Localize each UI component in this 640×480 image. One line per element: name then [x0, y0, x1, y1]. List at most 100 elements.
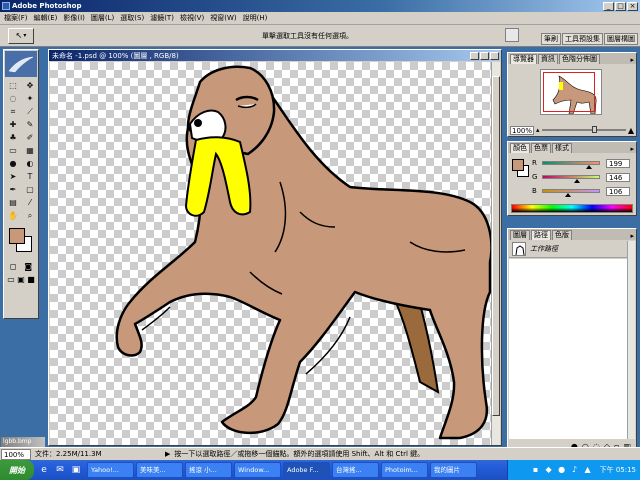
magic-wand-tool-icon[interactable]: ✦ [22, 93, 38, 105]
blur-tool-icon[interactable]: ● [5, 158, 21, 170]
task-folder[interactable]: 美味美... [136, 462, 183, 478]
marquee-tool-icon[interactable]: ⬚ [5, 80, 21, 92]
blue-slider[interactable] [542, 189, 600, 197]
blue-slider-handle[interactable] [565, 193, 571, 197]
dodge-tool-icon[interactable]: ◐ [22, 158, 38, 170]
menu-edit[interactable]: 編輯(E) [34, 13, 58, 23]
task-windows[interactable]: Window... [234, 462, 281, 478]
lasso-tool-icon[interactable]: ◌ [5, 93, 21, 105]
menu-layer[interactable]: 圖層(L) [91, 13, 114, 23]
path-selection-tool-icon[interactable]: ➤ [5, 171, 21, 183]
red-value-field[interactable]: 199 [606, 158, 630, 168]
close-button[interactable]: × [627, 1, 638, 11]
outlook-icon[interactable]: ✉ [53, 463, 67, 477]
well-tab-layer-comps[interactable]: 圖層構圖 [604, 33, 638, 45]
brush-tool-icon[interactable]: ✎ [22, 119, 38, 131]
paths-scrollbar[interactable] [627, 241, 635, 439]
canvas-scroll-thumb[interactable] [492, 76, 500, 416]
messenger-icon[interactable]: ● [557, 465, 567, 475]
menu-select[interactable]: 選取(S) [120, 13, 144, 23]
gradient-tool-icon[interactable]: ▦ [22, 145, 38, 157]
tab-swatches[interactable]: 色票 [531, 143, 551, 153]
doc-minimize-button[interactable] [470, 51, 479, 60]
red-slider-handle[interactable] [586, 165, 592, 169]
navigator-zoom-field[interactable]: 100% [510, 125, 534, 135]
task-taiwan[interactable]: 台灣搖... [332, 462, 379, 478]
shape-tool-icon[interactable]: ▢ [22, 184, 38, 196]
standard-mode-icon[interactable]: ◻ [10, 262, 17, 271]
menu-image[interactable]: 影像(I) [63, 13, 85, 23]
menu-window[interactable]: 視窗(W) [210, 13, 236, 23]
quick-mask-icon[interactable]: ◙ [24, 262, 32, 271]
hand-tool-icon[interactable]: ✋ [5, 210, 21, 222]
type-tool-icon[interactable]: T [22, 171, 38, 183]
notes-tool-icon[interactable]: ▤ [5, 197, 21, 209]
screen-mode-standard-icon[interactable]: ▭ [7, 275, 15, 284]
tab-navigator[interactable]: 導覽器 [510, 54, 537, 64]
task-photoimpact[interactable]: Photoim... [381, 462, 428, 478]
healing-brush-tool-icon[interactable]: ✚ [5, 119, 21, 131]
navigator-thumbnail[interactable] [540, 69, 602, 115]
network-icon[interactable]: ▪ [531, 465, 541, 475]
security-icon[interactable]: ◆ [544, 465, 554, 475]
minimize-button[interactable]: _ [603, 1, 614, 11]
canvas[interactable] [50, 62, 492, 445]
tab-styles[interactable]: 樣式 [552, 143, 572, 153]
task-photoshop[interactable]: Adobe F... [283, 462, 330, 478]
status-zoom-field[interactable]: 100% [1, 448, 31, 460]
eraser-tool-icon[interactable]: ▭ [5, 145, 21, 157]
maximize-button[interactable]: □ [615, 1, 626, 11]
zoom-in-icon[interactable]: ▲ [628, 126, 634, 135]
blue-value-field[interactable]: 106 [606, 186, 630, 196]
status-menu-arrow-icon[interactable]: ▶ [165, 450, 170, 458]
navigator-view-box[interactable] [543, 72, 595, 112]
photoshop-feather-logo[interactable] [5, 51, 37, 77]
color-foreground-swatch[interactable] [512, 159, 524, 171]
antivirus-icon[interactable]: ▲ [583, 465, 593, 475]
tool-preset-picker[interactable]: ↖ ▾ [8, 27, 34, 44]
navigator-zoom-slider[interactable] [541, 126, 626, 133]
well-tab-tool-presets[interactable]: 工具預設集 [562, 33, 603, 45]
palette-well-icon[interactable] [505, 28, 519, 42]
tab-channels[interactable]: 色版 [552, 230, 572, 240]
menu-filter[interactable]: 濾鏡(T) [150, 13, 174, 23]
doc-maximize-button[interactable] [480, 51, 489, 60]
doc-close-button[interactable] [490, 51, 499, 60]
paths-palette-menu-icon[interactable]: ▸ [630, 232, 634, 240]
canvas-vertical-scrollbar[interactable] [491, 62, 500, 445]
tab-histogram[interactable]: 色階分佈圖 [559, 54, 600, 64]
color-palette-menu-icon[interactable]: ▸ [630, 145, 634, 153]
tab-info[interactable]: 資訊 [538, 54, 558, 64]
palette-menu-icon[interactable]: ▸ [630, 56, 634, 64]
tab-paths[interactable]: 路徑 [531, 230, 551, 240]
desktop-icon[interactable]: ▣ [69, 463, 83, 477]
pen-tool-icon[interactable]: ✒ [5, 184, 21, 196]
document-titlebar[interactable]: 未命名 -1.psd @ 100% (圖層 , RGB/8) [49, 50, 501, 61]
screen-mode-full-icon[interactable]: ▣ [17, 275, 25, 284]
menu-file[interactable]: 檔案(F) [4, 13, 28, 23]
task-my-pictures[interactable]: 我的圖片 [430, 462, 477, 478]
tab-layers[interactable]: 圖層 [510, 230, 530, 240]
task-ie[interactable]: 搖滾 小... [185, 462, 232, 478]
history-brush-tool-icon[interactable]: ✐ [22, 132, 38, 144]
crop-tool-icon[interactable]: ⌗ [5, 106, 21, 118]
tab-color[interactable]: 顏色 [510, 143, 530, 153]
green-slider-handle[interactable] [574, 179, 580, 183]
clone-stamp-tool-icon[interactable]: ♣ [5, 132, 21, 144]
screen-mode-black-icon[interactable]: ■ [27, 275, 35, 284]
move-tool-icon[interactable]: ✥ [22, 80, 38, 92]
menu-view[interactable]: 檢視(V) [180, 13, 204, 23]
zoom-tool-icon[interactable]: ⌕ [22, 210, 38, 222]
slice-tool-icon[interactable]: ⟋ [22, 106, 38, 118]
zoom-out-icon[interactable]: ▴ [536, 126, 540, 134]
color-spectrum-ramp[interactable] [511, 204, 633, 213]
minimized-document[interactable]: lgbb.bmp [1, 437, 45, 447]
zoom-slider-knob[interactable] [592, 126, 598, 133]
ie-icon[interactable]: e [37, 463, 51, 477]
red-slider[interactable] [542, 161, 600, 169]
foreground-color-swatch[interactable] [9, 228, 25, 244]
start-button[interactable]: 開始 [0, 460, 34, 480]
task-yahoo[interactable]: Yahoo!... [87, 462, 134, 478]
green-value-field[interactable]: 146 [606, 172, 630, 182]
menu-help[interactable]: 說明(H) [243, 13, 268, 23]
